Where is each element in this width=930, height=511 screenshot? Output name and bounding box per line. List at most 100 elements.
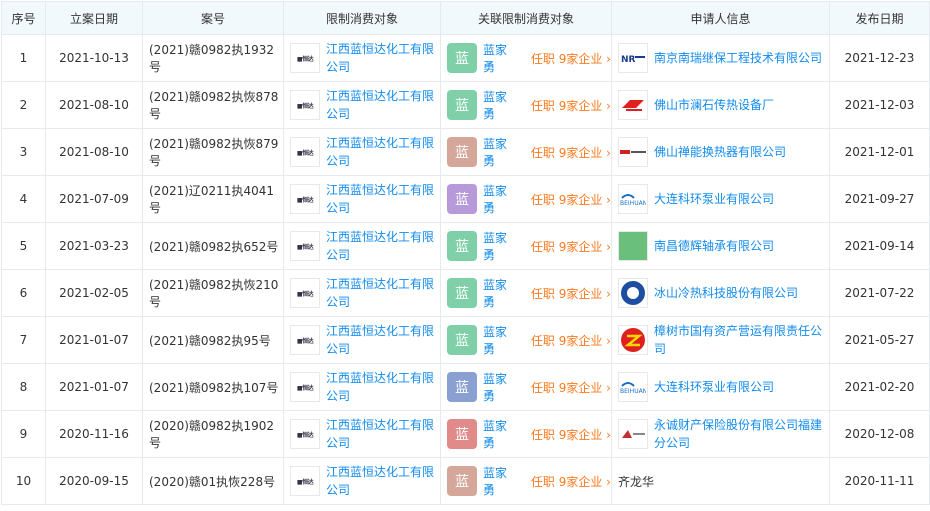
applicant-link[interactable]: 樟树市国有资产营运有限责任公司: [654, 322, 829, 358]
related-person-link[interactable]: 蓝家勇: [483, 370, 519, 404]
applicant-cell: NR 南京南瑞继保工程技术有限公司: [611, 34, 830, 82]
company-logo-icon: ■恒达: [290, 184, 320, 214]
related-person-link[interactable]: 蓝家勇: [483, 41, 519, 75]
target-company-link[interactable]: 江西蓝恒达化工有限公司: [326, 134, 440, 170]
company-logo-icon: [618, 419, 648, 449]
positions-link[interactable]: 任职 9家企业 ›: [531, 144, 611, 161]
applicant-cell: 南昌德辉轴承有限公司: [611, 222, 830, 270]
publish-date: 2021-12-03: [829, 81, 930, 129]
target-company-link[interactable]: 江西蓝恒达化工有限公司: [326, 275, 440, 311]
company-logo-icon: ■恒达: [290, 325, 320, 355]
applicant-cell: 佛山市澜石传热设备厂: [611, 81, 830, 129]
company-logo-icon: BEIHUAN: [618, 372, 648, 402]
col-applicant-header: 申请人信息: [611, 1, 830, 35]
table-row: 3 2021-08-10 (2021)赣0982执恢879号 ■恒达 江西蓝恒达化工有限…: [1, 128, 930, 176]
positions-link[interactable]: 任职 9家企业 ›: [531, 191, 611, 208]
applicant-link[interactable]: 南京南瑞继保工程技术有限公司: [654, 49, 822, 67]
filing-date: 2021-01-07: [45, 316, 143, 364]
target-company-link[interactable]: 江西蓝恒达化工有限公司: [326, 228, 440, 264]
publish-date: 2021-09-14: [829, 222, 930, 270]
avatar: 蓝: [447, 231, 477, 261]
target-cell: ■恒达 江西蓝恒达化工有限公司: [283, 316, 441, 364]
applicant-link[interactable]: 大连科环泵业有限公司: [654, 378, 774, 396]
company-logo-icon: ■恒达: [290, 231, 320, 261]
publish-date: 2020-11-11: [829, 457, 930, 505]
related-person-link[interactable]: 蓝家勇: [483, 88, 519, 122]
avatar: 蓝: [447, 90, 477, 120]
positions-link[interactable]: 任职 9家企业 ›: [531, 238, 611, 255]
table-row: 1 2021-10-13 (2021)赣0982执1932号 ■恒达 江西蓝恒达化工有限…: [1, 34, 930, 82]
case-number: (2021)辽0211执4041号: [142, 175, 284, 223]
positions-link[interactable]: 任职 9家企业 ›: [531, 50, 611, 67]
related-cell: 蓝蓝家勇 任职 9家企业 ›: [440, 457, 612, 505]
row-number: 2: [1, 81, 46, 129]
related-person-link[interactable]: 蓝家勇: [483, 276, 519, 310]
related-cell: 蓝蓝家勇 任职 9家企业 ›: [440, 363, 612, 411]
company-logo-icon: [618, 325, 648, 355]
target-cell: ■恒达 江西蓝恒达化工有限公司: [283, 175, 441, 223]
related-person-link[interactable]: 蓝家勇: [483, 417, 519, 451]
target-company-link[interactable]: 江西蓝恒达化工有限公司: [326, 416, 440, 452]
publish-date: 2020-12-08: [829, 410, 930, 458]
positions-link[interactable]: 任职 9家企业 ›: [531, 379, 611, 396]
positions-link[interactable]: 任职 9家企业 ›: [531, 332, 611, 349]
target-cell: ■恒达 江西蓝恒达化工有限公司: [283, 222, 441, 270]
target-company-link[interactable]: 江西蓝恒达化工有限公司: [326, 463, 440, 499]
case-number: (2021)赣0982执恢878号: [142, 81, 284, 129]
table-row: 5 2021-03-23 (2021)赣0982执652号 ■恒达 江西蓝恒达化工有限公…: [1, 222, 930, 270]
related-cell: 蓝蓝家勇 任职 9家企业 ›: [440, 175, 612, 223]
applicant-link[interactable]: 南昌德辉轴承有限公司: [654, 237, 774, 255]
related-person-link[interactable]: 蓝家勇: [483, 182, 519, 216]
case-number: (2021)赣0982执1932号: [142, 34, 284, 82]
related-person-link[interactable]: 蓝家勇: [483, 464, 519, 498]
applicant-link[interactable]: 冰山冷热科技股份有限公司: [654, 284, 798, 302]
related-person-link[interactable]: 蓝家勇: [483, 135, 519, 169]
target-company-link[interactable]: 江西蓝恒达化工有限公司: [326, 369, 440, 405]
related-cell: 蓝蓝家勇 任职 9家企业 ›: [440, 34, 612, 82]
target-cell: ■恒达 江西蓝恒达化工有限公司: [283, 363, 441, 411]
target-company-link[interactable]: 江西蓝恒达化工有限公司: [326, 40, 440, 76]
related-person-link[interactable]: 蓝家勇: [483, 323, 519, 357]
avatar: 蓝: [447, 43, 477, 73]
applicant-link[interactable]: 永诚财产保险股份有限公司福建分公司: [654, 416, 829, 452]
restriction-table: 序号 立案日期 案号 限制消费对象 关联限制消费对象 申请人信息 发布日期 1 2021-10…: [1, 1, 930, 505]
case-number: (2020)赣01执恢228号: [142, 457, 284, 505]
target-company-link[interactable]: 江西蓝恒达化工有限公司: [326, 322, 440, 358]
applicant-link[interactable]: 大连科环泵业有限公司: [654, 190, 774, 208]
applicant-link[interactable]: 佛山禅能换热器有限公司: [654, 143, 786, 161]
related-person-link[interactable]: 蓝家勇: [483, 229, 519, 263]
col-target-header: 限制消费对象: [283, 1, 441, 35]
positions-link[interactable]: 任职 9家企业 ›: [531, 426, 611, 443]
related-cell: 蓝蓝家勇 任职 9家企业 ›: [440, 316, 612, 364]
filing-date: 2021-03-23: [45, 222, 143, 270]
related-cell: 蓝蓝家勇 任职 9家企业 ›: [440, 410, 612, 458]
applicant-link[interactable]: 佛山市澜石传热设备厂: [654, 96, 774, 114]
publish-date: 2021-02-20: [829, 363, 930, 411]
filing-date: 2021-01-07: [45, 363, 143, 411]
row-number: 9: [1, 410, 46, 458]
positions-link[interactable]: 任职 9家企业 ›: [531, 97, 611, 114]
row-number: 3: [1, 128, 46, 176]
applicant-cell: 冰山冷热科技股份有限公司: [611, 269, 830, 317]
row-number: 7: [1, 316, 46, 364]
applicant-cell: 樟树市国有资产营运有限责任公司: [611, 316, 830, 364]
avatar: 蓝: [447, 278, 477, 308]
related-cell: 蓝蓝家勇 任职 9家企业 ›: [440, 128, 612, 176]
positions-link[interactable]: 任职 9家企业 ›: [531, 285, 611, 302]
target-company-link[interactable]: 江西蓝恒达化工有限公司: [326, 181, 440, 217]
target-company-link[interactable]: 江西蓝恒达化工有限公司: [326, 87, 440, 123]
applicant-name: 齐龙华: [618, 474, 655, 489]
publish-date: 2021-05-27: [829, 316, 930, 364]
col-case-no-header: 案号: [142, 1, 284, 35]
col-filing-date-header: 立案日期: [45, 1, 143, 35]
case-number: (2020)赣0982执1902号: [142, 410, 284, 458]
table-header: 序号 立案日期 案号 限制消费对象 关联限制消费对象 申请人信息 发布日期: [1, 1, 930, 35]
applicant-cell: BEIHUAN 大连科环泵业有限公司: [611, 363, 830, 411]
publish-date: 2021-07-22: [829, 269, 930, 317]
filing-date: 2021-08-10: [45, 81, 143, 129]
avatar: 蓝: [447, 184, 477, 214]
table-row: 7 2021-01-07 (2021)赣0982执95号 ■恒达 江西蓝恒达化工有限公司…: [1, 316, 930, 364]
positions-link[interactable]: 任职 9家企业 ›: [531, 473, 611, 490]
table-row: 4 2021-07-09 (2021)辽0211执4041号 ■恒达 江西蓝恒达化工有限…: [1, 175, 930, 223]
target-cell: ■恒达 江西蓝恒达化工有限公司: [283, 81, 441, 129]
